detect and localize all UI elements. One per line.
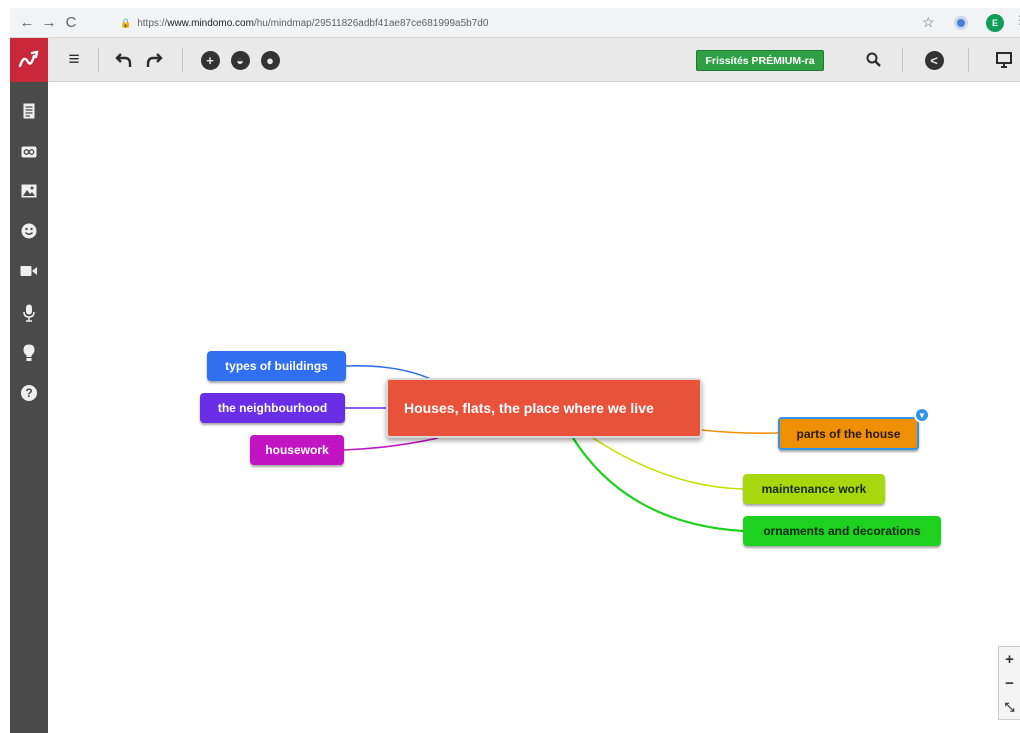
address-bar[interactable]: 🔒 https://www.mindomo.com/hu/mindmap/295… bbox=[120, 12, 820, 34]
menu-icon[interactable]: ≡ bbox=[62, 48, 86, 72]
connector-parts bbox=[701, 429, 779, 434]
topic-housework[interactable]: housework bbox=[250, 435, 344, 465]
toolbar-divider bbox=[902, 48, 903, 72]
undo-icon[interactable] bbox=[112, 48, 136, 72]
connector-housework bbox=[343, 437, 439, 451]
topic-types-of-buildings[interactable]: types of buildings bbox=[207, 351, 346, 381]
browser-bar: ← → C 🔒 https://www.mindomo.com/hu/mindm… bbox=[10, 8, 1020, 38]
browser-menu-icon[interactable]: ⋮ bbox=[1014, 13, 1020, 27]
zoom-in-button[interactable]: + bbox=[999, 647, 1020, 671]
bookmark-star-icon[interactable]: ☆ bbox=[922, 14, 935, 31]
image-icon[interactable] bbox=[10, 176, 48, 206]
topic-maintenance-work[interactable]: maintenance work bbox=[743, 474, 885, 504]
mindmap-canvas[interactable]: types of buildings the neighbourhood hou… bbox=[48, 82, 1020, 733]
profile-avatar[interactable]: E bbox=[986, 14, 1004, 32]
topic-the-neighbourhood[interactable]: the neighbourhood bbox=[200, 393, 345, 423]
toolbar-divider bbox=[98, 48, 99, 72]
link-icon[interactable] bbox=[10, 137, 48, 167]
zoom-out-button[interactable]: − bbox=[999, 671, 1020, 695]
redo-icon[interactable] bbox=[142, 48, 166, 72]
left-sidebar: ? bbox=[10, 82, 48, 733]
fit-to-screen-button[interactable]: ⤡ bbox=[999, 695, 1020, 719]
share-icon[interactable]: < bbox=[922, 48, 946, 72]
collapse-toggle-icon[interactable]: ▼ bbox=[914, 407, 930, 423]
url-host: www.mindomo.com bbox=[167, 17, 254, 29]
back-arrow-icon[interactable]: ← bbox=[16, 12, 38, 34]
microphone-icon[interactable] bbox=[10, 298, 48, 328]
toolbar-divider bbox=[968, 48, 969, 72]
search-icon[interactable] bbox=[862, 48, 886, 72]
topic-ornaments-and-decorations[interactable]: ornaments and decorations bbox=[743, 516, 941, 546]
mindomo-logo[interactable] bbox=[10, 38, 48, 82]
logo-mark-icon bbox=[18, 50, 39, 68]
toolbar-divider bbox=[182, 48, 183, 72]
zoom-controls: + − ⤡ bbox=[998, 646, 1020, 720]
present-icon[interactable] bbox=[992, 48, 1016, 72]
lightbulb-icon[interactable] bbox=[10, 338, 48, 368]
add-topic-icon[interactable]: + bbox=[198, 48, 222, 72]
app-toolbar: ≡ + ◒ ● Frissítés PRÉMIUM-ra < bbox=[10, 38, 1020, 82]
theme-icon[interactable]: ◒ bbox=[228, 48, 252, 72]
help-icon[interactable]: ? bbox=[10, 378, 48, 408]
emoji-icon[interactable] bbox=[10, 216, 48, 246]
upgrade-premium-button[interactable]: Frissítés PRÉMIUM-ra bbox=[696, 50, 824, 71]
video-icon[interactable] bbox=[10, 256, 48, 286]
topic-parts-of-the-house[interactable]: parts of the house bbox=[778, 417, 919, 450]
extension-icon[interactable] bbox=[954, 16, 968, 30]
url-path: /hu/mindmap/29511826adbf41ae87ce681999a5… bbox=[253, 17, 489, 29]
central-topic[interactable]: Houses, flats, the place where we live bbox=[386, 378, 702, 438]
url-prefix: https:// bbox=[137, 17, 168, 29]
connector-maintenance bbox=[592, 437, 744, 490]
palette-icon[interactable]: ● bbox=[258, 48, 282, 72]
forward-arrow-icon[interactable]: → bbox=[38, 12, 60, 34]
notes-icon[interactable] bbox=[10, 96, 48, 126]
connector-ornaments bbox=[572, 437, 744, 533]
reload-icon[interactable]: C bbox=[60, 12, 82, 34]
lock-icon: 🔒 bbox=[120, 17, 132, 28]
